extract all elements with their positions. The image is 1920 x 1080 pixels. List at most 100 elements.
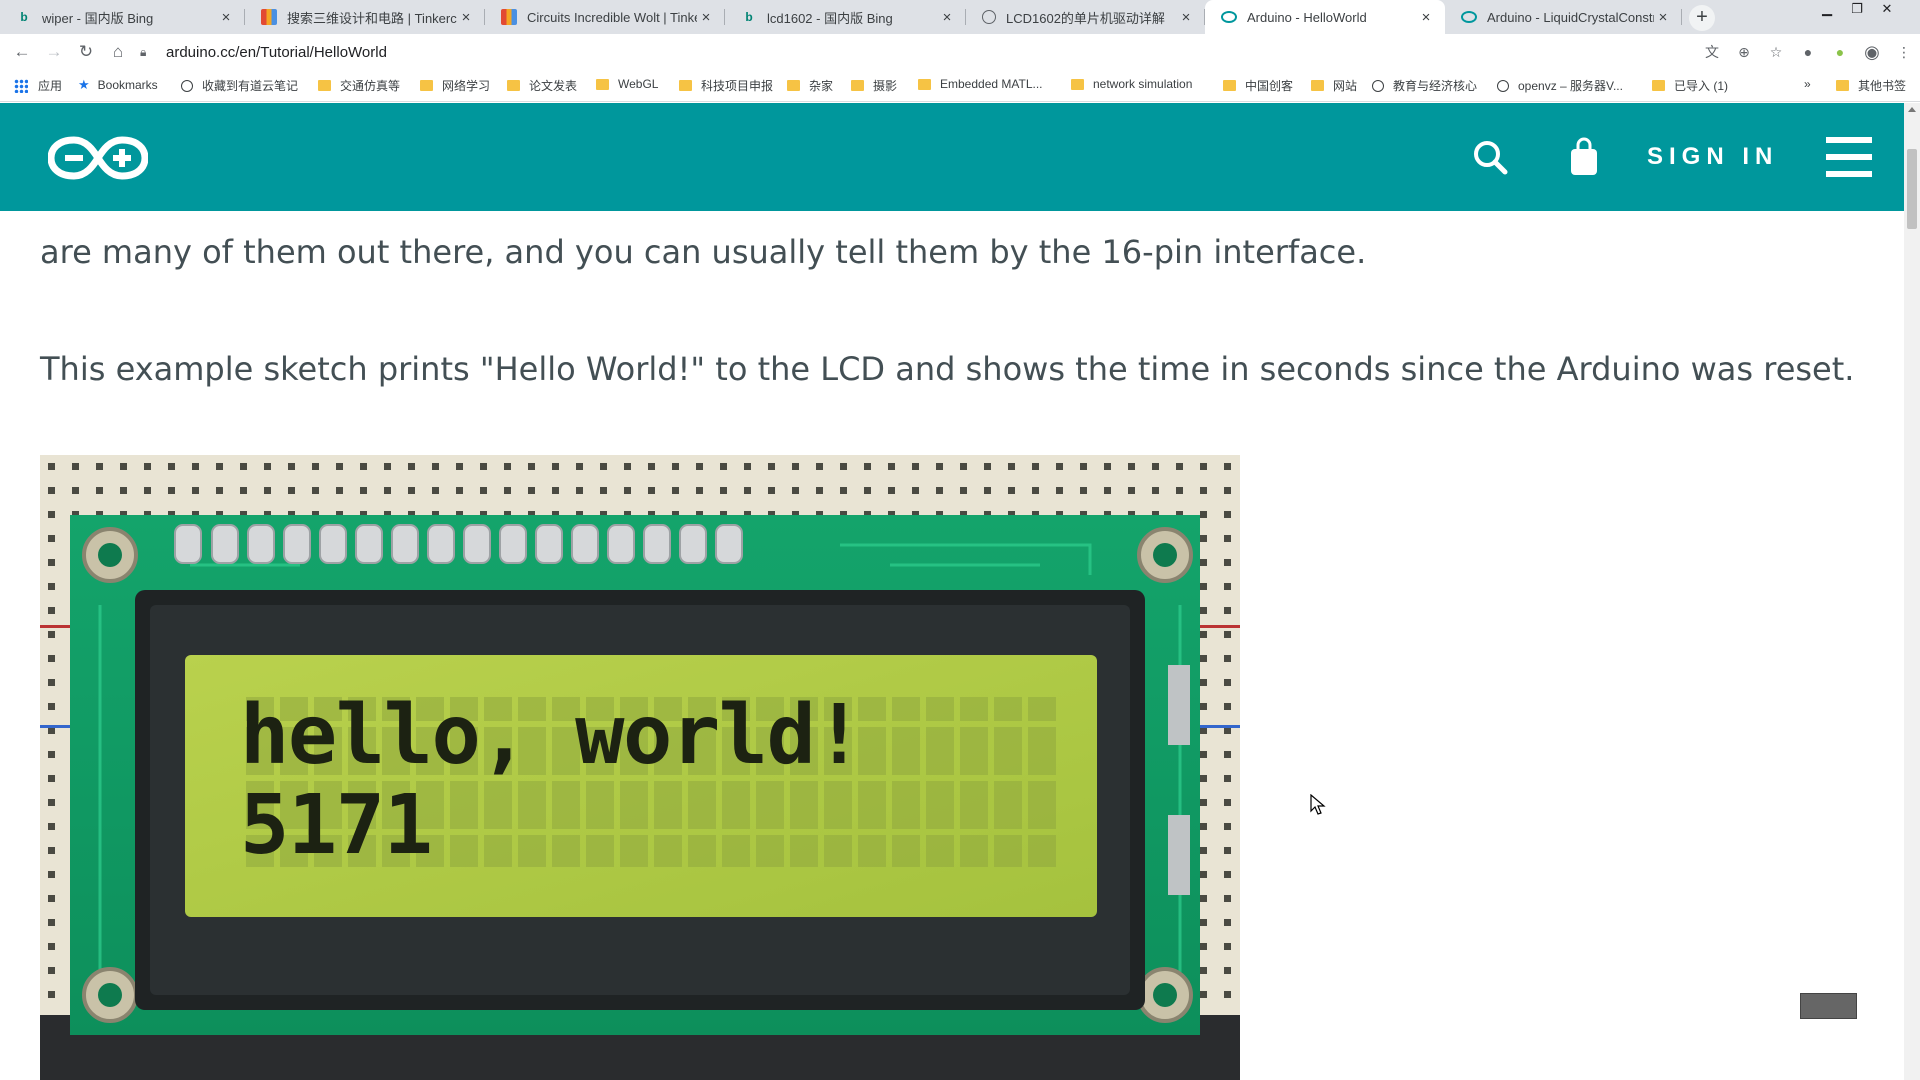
bookmark-item[interactable]: 摄影 bbox=[851, 77, 897, 94]
globe-icon bbox=[982, 10, 996, 24]
cart-icon[interactable] bbox=[1568, 137, 1600, 177]
bookmark-label: 摄影 bbox=[873, 79, 898, 93]
minimize-icon[interactable]: ▁ bbox=[1812, 0, 1842, 20]
tab-title: Arduino - LiquidCrystalConstr bbox=[1487, 9, 1654, 25]
browser-tab[interactable]: Arduino - LiquidCrystalConstr × bbox=[1445, 0, 1682, 34]
bookmark-item[interactable]: 杂家 bbox=[787, 77, 833, 94]
bookmark-item[interactable]: network simulation bbox=[1071, 77, 1192, 91]
folder-icon bbox=[1311, 80, 1324, 91]
address-bar[interactable]: 🔒︎ arduino.cc/en/Tutorial/HelloWorld bbox=[140, 37, 1670, 67]
tab-bar: b wiper - 国内版 Bing × 搜索三维设计和电路 | Tinkercad ×… bbox=[0, 0, 1920, 34]
bookmark-label: network simulation bbox=[1093, 77, 1193, 91]
tab-close-icon[interactable]: × bbox=[217, 9, 235, 26]
folder-icon bbox=[596, 78, 609, 90]
arduino-icon bbox=[1221, 11, 1237, 23]
bookmark-item[interactable]: 应用 bbox=[14, 77, 62, 94]
folder-icon bbox=[1223, 80, 1236, 91]
browser-tab[interactable]: 搜索三维设计和电路 | Tinkercad × bbox=[245, 0, 485, 34]
url-text: arduino.cc/en/Tutorial/HelloWorld bbox=[166, 43, 387, 61]
toolbar-actions: 文 ⊕ ☆ ● ● ◉ ⋮ bbox=[1696, 39, 1920, 65]
star-icon: ★ bbox=[78, 77, 90, 92]
new-tab-button[interactable]: + bbox=[1689, 5, 1715, 31]
close-window-icon[interactable]: ✕ bbox=[1872, 0, 1902, 20]
back-button[interactable]: ← bbox=[6, 36, 38, 68]
bookmark-label: 应用 bbox=[38, 79, 63, 93]
lcd-line-2: 5171 bbox=[240, 778, 431, 873]
bookmark-item[interactable]: ★ Bookmarks bbox=[78, 77, 158, 93]
bookmark-label: 杂家 bbox=[809, 79, 834, 93]
tab-close-icon[interactable]: × bbox=[1177, 9, 1195, 26]
bookmark-item[interactable]: 网站 bbox=[1311, 77, 1357, 94]
tab-close-icon[interactable]: × bbox=[1654, 9, 1672, 26]
bookmark-item[interactable]: 收藏到有道云笔记 bbox=[181, 77, 298, 94]
browser-tab[interactable]: b lcd1602 - 国内版 Bing × bbox=[725, 0, 966, 34]
bookmark-label: 交通仿真等 bbox=[340, 79, 401, 93]
window-controls: ▁ ❐ ✕ bbox=[1812, 0, 1902, 20]
bookmark-item[interactable]: 教育与经济核心 bbox=[1372, 77, 1477, 94]
other-bookmarks[interactable]: 其他书签 bbox=[1836, 77, 1906, 94]
tab-title: lcd1602 - 国内版 Bing bbox=[767, 10, 893, 26]
bookmark-item[interactable]: WebGL bbox=[596, 77, 658, 91]
bing-icon: b bbox=[20, 10, 28, 24]
reload-button[interactable]: ↻ bbox=[70, 36, 102, 68]
bookmark-label: 收藏到有道云笔记 bbox=[202, 79, 299, 93]
browser-toolbar: ← → ↻ ⌂ 🔒︎ arduino.cc/en/Tutorial/HelloW… bbox=[0, 34, 1920, 70]
bookmark-item[interactable]: openvz – 服务器V... bbox=[1497, 77, 1623, 94]
bookmark-star-icon[interactable]: ☆ bbox=[1760, 39, 1792, 65]
forward-button[interactable]: → bbox=[38, 36, 70, 68]
more-bookmarks[interactable]: » bbox=[1804, 77, 1811, 91]
tab-close-icon[interactable]: × bbox=[697, 9, 715, 26]
tab-separator bbox=[1681, 9, 1682, 25]
translate-icon[interactable]: 文 bbox=[1696, 39, 1728, 65]
extension-icon[interactable]: ● bbox=[1792, 39, 1824, 65]
bookmark-label: 中国创客 bbox=[1245, 79, 1294, 93]
tab-close-icon[interactable]: × bbox=[1417, 9, 1435, 26]
bookmark-item[interactable]: Embedded MATL... bbox=[918, 77, 1043, 91]
folder-icon bbox=[679, 80, 692, 91]
browser-tab[interactable]: Arduino - HelloWorld × bbox=[1205, 0, 1445, 34]
menu-kebab-icon[interactable]: ⋮ bbox=[1888, 39, 1920, 65]
scroll-up-icon[interactable] bbox=[1908, 107, 1916, 112]
bookmark-label: 论文发表 bbox=[529, 79, 578, 93]
folder-icon bbox=[1652, 80, 1665, 91]
bookmark-label: 网络学习 bbox=[442, 79, 491, 93]
bookmark-item[interactable]: 网络学习 bbox=[420, 77, 490, 94]
globe-icon bbox=[1372, 79, 1384, 92]
keyboard-indicator-icon[interactable] bbox=[1800, 993, 1857, 1019]
hamburger-menu-icon[interactable] bbox=[1826, 135, 1872, 179]
restore-icon[interactable]: ❐ bbox=[1842, 0, 1872, 20]
lcd-photo: hello, world! 5171 bbox=[40, 455, 1240, 1080]
sign-in-button[interactable]: SIGN IN bbox=[1647, 143, 1778, 171]
globe-icon bbox=[1497, 79, 1509, 92]
folder-icon bbox=[420, 80, 433, 91]
profile-icon[interactable]: ◉ bbox=[1856, 39, 1888, 65]
folder-icon bbox=[851, 80, 864, 91]
tab-close-icon[interactable]: × bbox=[457, 9, 475, 26]
bookmark-label: Embedded MATL... bbox=[940, 77, 1043, 91]
bookmark-label: WebGL bbox=[618, 77, 659, 91]
lcd-line-1: hello, world! bbox=[240, 688, 862, 783]
home-button[interactable]: ⌂ bbox=[102, 36, 134, 68]
arduino-logo[interactable] bbox=[48, 135, 148, 181]
browser-tab[interactable]: LCD1602的单片机驱动详解 × bbox=[966, 0, 1205, 34]
zoom-icon[interactable]: ⊕ bbox=[1728, 39, 1760, 65]
bookmark-label: 科技项目申报 bbox=[701, 79, 774, 93]
bookmark-item[interactable]: 交通仿真等 bbox=[318, 77, 400, 94]
search-icon[interactable] bbox=[1472, 139, 1508, 175]
bookmark-label: Bookmarks bbox=[97, 78, 158, 92]
extension-2-icon[interactable]: ● bbox=[1824, 39, 1856, 65]
tab-close-icon[interactable]: × bbox=[938, 9, 956, 26]
bookmark-item[interactable]: 论文发表 bbox=[507, 77, 577, 94]
browser-tab[interactable]: Circuits Incredible Wolt | Tinke × bbox=[485, 0, 725, 34]
bookmark-item[interactable]: 科技项目申报 bbox=[679, 77, 773, 94]
browser-tab[interactable]: b wiper - 国内版 Bing × bbox=[0, 0, 245, 34]
bookmark-item[interactable]: 中国创客 bbox=[1223, 77, 1293, 94]
article-content: are many of them out there, and you can … bbox=[0, 211, 1904, 1080]
tab-title: wiper - 国内版 Bing bbox=[42, 10, 154, 26]
scrollbar-thumb[interactable] bbox=[1907, 149, 1917, 229]
bing-icon: b bbox=[745, 10, 753, 24]
bookmark-item[interactable]: 已导入 (1) bbox=[1652, 77, 1728, 94]
tinkercad-icon bbox=[261, 9, 277, 25]
page-scrollbar[interactable] bbox=[1904, 103, 1920, 1080]
globe-icon bbox=[181, 79, 193, 92]
